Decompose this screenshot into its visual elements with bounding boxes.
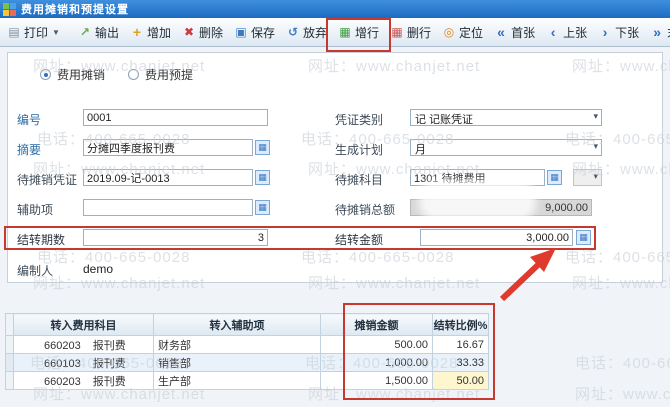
- summary-input[interactable]: [83, 139, 253, 156]
- pending-account-input[interactable]: [410, 169, 545, 186]
- delete-button[interactable]: 删除: [177, 22, 228, 43]
- preparer-value: demo: [83, 262, 113, 276]
- aux-cell[interactable]: 财务部: [154, 336, 321, 354]
- row-selector[interactable]: [6, 336, 14, 354]
- radio-expense-amortization[interactable]: 费用摊销: [40, 66, 105, 83]
- account-code: 660203: [44, 376, 81, 388]
- account-name: 报刊费: [93, 358, 126, 370]
- ratio-cell[interactable]: 33.33: [433, 354, 489, 372]
- ratio-cell[interactable]: 16.67: [433, 336, 489, 354]
- col-header-expense-account[interactable]: 转入费用科目: [14, 314, 154, 336]
- row-selector[interactable]: [6, 354, 14, 372]
- toolbar: 打印 ▼ 输出 增加 删除 保存 放弃 增行: [0, 18, 670, 47]
- table-header-row: 转入费用科目 转入辅助项 摊销金额 结转比例%: [6, 314, 489, 336]
- export-button[interactable]: 输出: [73, 22, 124, 43]
- first-record-button[interactable]: 首张: [489, 22, 540, 43]
- periods-label: 结转期数: [17, 231, 65, 248]
- aux-item-label: 辅助项: [17, 201, 53, 218]
- carry-amount-input[interactable]: [420, 229, 573, 246]
- number-input[interactable]: [83, 109, 268, 126]
- save-button[interactable]: 保存: [229, 22, 280, 43]
- next-record-button[interactable]: 下张: [593, 22, 644, 43]
- voucher-type-select[interactable]: 记 记账凭证: [410, 109, 602, 126]
- aux-cell[interactable]: 生产部: [154, 372, 321, 390]
- aux-cell[interactable]: 销售部: [154, 354, 321, 372]
- app-icon: [3, 3, 16, 16]
- pending-account-sub-select: [573, 169, 602, 186]
- account-name: 报刊费: [93, 340, 126, 352]
- title-bar: 费用摊销和预提设置: [0, 0, 670, 18]
- schedule-select[interactable]: 月: [410, 139, 602, 156]
- export-icon: [78, 25, 92, 39]
- delete-icon: [182, 25, 196, 39]
- aux-item-lookup-icon[interactable]: [255, 200, 270, 215]
- locate-button[interactable]: 定位: [437, 22, 488, 43]
- table-row[interactable]: 660103 报刊费 销售部 1,000.00 33.33: [6, 354, 489, 372]
- amount-cell[interactable]: 500.00: [321, 336, 433, 354]
- preparer-label: 编制人: [17, 262, 53, 279]
- amount-cell[interactable]: 1,000.00: [321, 354, 433, 372]
- table-row[interactable]: 660203 报刊费 财务部 500.00 16.67: [6, 336, 489, 354]
- prev-record-button[interactable]: 上张: [541, 22, 592, 43]
- watermark-site: 网址：www.chanjet.net: [575, 383, 670, 404]
- col-header-aux-item[interactable]: 转入辅助项: [154, 314, 321, 336]
- col-header-ratio[interactable]: 结转比例%: [433, 314, 489, 336]
- delete-row-icon: [390, 25, 404, 39]
- undo-icon: [286, 25, 300, 39]
- discard-button[interactable]: 放弃: [281, 22, 332, 43]
- ratio-cell-selected[interactable]: 50.00: [433, 372, 489, 390]
- pending-account-lookup-icon[interactable]: [547, 170, 562, 185]
- last-record-button[interactable]: 末张: [645, 22, 670, 43]
- pending-account-label: 待摊科目: [335, 171, 383, 188]
- printer-icon: [7, 25, 21, 39]
- add-row-button[interactable]: 增行: [333, 22, 384, 43]
- calculator-icon[interactable]: [576, 230, 591, 245]
- pending-voucher-lookup-icon[interactable]: [255, 170, 270, 185]
- radio-selected-icon: [40, 69, 51, 80]
- carry-amount-label: 结转金额: [335, 231, 383, 248]
- col-header-amount[interactable]: 摊销金额: [321, 314, 433, 336]
- aux-item-input[interactable]: [83, 199, 253, 216]
- pending-voucher-input[interactable]: [83, 169, 253, 186]
- periods-input[interactable]: [83, 229, 268, 246]
- row-selector-header: [6, 314, 14, 336]
- summary-lookup-icon[interactable]: [255, 140, 270, 155]
- add-row-icon: [338, 25, 352, 39]
- schedule-label: 生成计划: [335, 141, 383, 158]
- total-amount-field: [410, 199, 592, 216]
- amortization-detail-table: 转入费用科目 转入辅助项 摊销金额 结转比例% 660203 报刊费 财务部 50…: [5, 313, 489, 390]
- account-code: 660203: [44, 340, 81, 352]
- summary-label: 摘要: [17, 141, 41, 158]
- next-record-icon: [598, 25, 612, 40]
- total-amount-label: 待摊销总额: [335, 201, 395, 218]
- radio-expense-accrual[interactable]: 费用预提: [128, 66, 193, 83]
- last-record-icon: [650, 25, 664, 40]
- first-record-icon: [494, 25, 508, 40]
- save-icon: [234, 25, 248, 39]
- mode-panel: [7, 52, 663, 89]
- account-name: 报刊费: [93, 376, 126, 388]
- add-button[interactable]: 增加: [125, 22, 176, 43]
- pending-voucher-label: 待摊销凭证: [17, 171, 77, 188]
- window-title: 费用摊销和预提设置: [21, 1, 129, 17]
- table-row[interactable]: 660203 报刊费 生产部 1,500.00 50.00: [6, 372, 489, 390]
- radio-unselected-icon: [128, 69, 139, 80]
- add-icon: [130, 25, 144, 40]
- prev-record-icon: [546, 25, 560, 40]
- locate-icon: [442, 25, 456, 39]
- amount-cell[interactable]: 1,500.00: [321, 372, 433, 390]
- delete-row-button[interactable]: 删行: [385, 22, 436, 43]
- print-button[interactable]: 打印 ▼: [2, 22, 65, 43]
- number-label: 编号: [17, 111, 41, 128]
- watermark-phone: 电话：400-665-0028: [575, 352, 670, 373]
- voucher-type-label: 凭证类别: [335, 111, 383, 128]
- account-code: 660103: [44, 358, 81, 370]
- row-selector[interactable]: [6, 372, 14, 390]
- app-window: 费用摊销和预提设置 打印 ▼ 输出 增加 删除 保存 放弃: [0, 0, 670, 407]
- chevron-down-icon: ▼: [52, 28, 60, 37]
